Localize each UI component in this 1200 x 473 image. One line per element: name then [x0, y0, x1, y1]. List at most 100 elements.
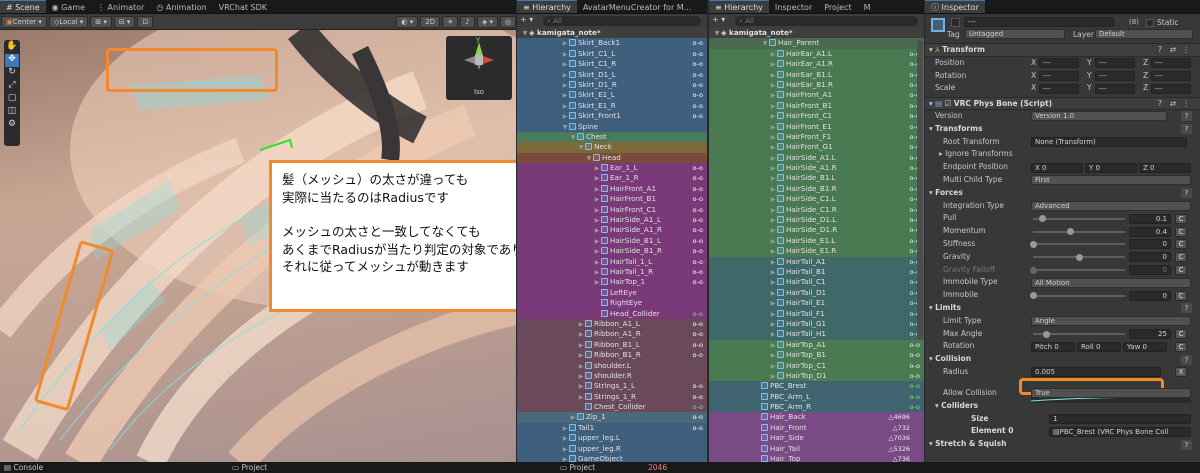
hierarchy-item[interactable]: ▶ HairTail_C1 o-o	[709, 277, 924, 288]
transforms-section[interactable]: ▾ Transforms?	[925, 123, 1200, 136]
hierarchy-item[interactable]: PBC_Arm_L o-o	[709, 391, 924, 403]
limits-help-button[interactable]: ?	[1181, 303, 1192, 314]
hierarchy-item[interactable]: ▶ HairTail_A1 o-o	[709, 256, 924, 267]
hierarchy-item[interactable]: ▶ Strings_1_L o-o	[517, 381, 707, 392]
hierarchy-item[interactable]: ▶ Skirt_C1_L o-o	[517, 48, 707, 60]
hierarchy-item[interactable]: ▶ GameObject	[517, 454, 707, 462]
hierarchy-item[interactable]: ▶ Skirt_D1_L o-o	[517, 69, 707, 80]
hierarchy-item[interactable]: ▶ HairSide_D1.L o-o	[709, 215, 924, 226]
force-curve-button[interactable]: C	[1175, 213, 1187, 224]
more-icon[interactable]: ⋮	[1183, 44, 1191, 57]
version-help-button[interactable]: ?	[1181, 111, 1192, 122]
hierarchy-item[interactable]: ▶ shoulder.R	[517, 370, 707, 382]
hierarchy-2-root[interactable]: ▼ ◈ kamigata_note*	[709, 28, 924, 39]
tab-project-2-bottom[interactable]: ▭ Project	[560, 462, 595, 473]
snap-increment-button[interactable]: ⊟ ▾	[113, 16, 136, 28]
forces-help-button[interactable]: ?	[1181, 188, 1192, 199]
rect-tool-icon[interactable]: ▢	[5, 93, 19, 106]
hierarchy-item[interactable]: ▼ Neck	[517, 142, 707, 153]
hierarchy-item[interactable]: ▶ HairSide_A1.L o-o	[709, 152, 924, 164]
hierarchy-item[interactable]: ▶ HairTail_E1 o-o	[709, 298, 924, 309]
hierarchy-item[interactable]: ▶ HairSide_B1.L o-o	[709, 173, 924, 184]
hierarchy-item[interactable]: RightEye	[517, 298, 707, 309]
forces-section[interactable]: ▾ Forces?	[925, 187, 1200, 200]
immobile-slider-knob[interactable]	[1030, 292, 1037, 300]
tab-inspector-2[interactable]: Inspector	[769, 1, 818, 13]
hierarchy-2-scrollbar[interactable]	[917, 40, 923, 340]
multichild-dropdown[interactable]: First	[1031, 175, 1191, 186]
hierarchy-item[interactable]: ▶ HairTop_A1 o-o	[709, 339, 924, 351]
force-slider-track[interactable]	[1033, 243, 1125, 246]
force-slider-knob[interactable]	[1030, 240, 1037, 248]
hierarchy-item[interactable]: ▶ shoulder.L	[517, 360, 707, 371]
force-slider-track[interactable]	[1033, 217, 1125, 220]
space-dropdown[interactable]: ◇Local ▾	[48, 16, 89, 28]
preset-icon[interactable]: ⇄	[1170, 44, 1176, 57]
hierarchy-item[interactable]: Chest_Collider o-o	[517, 402, 707, 413]
force-slider-knob[interactable]	[1076, 253, 1083, 261]
hierarchy-item[interactable]: ▶ HairSide_B1_R o-o	[517, 246, 707, 257]
force-curve-button[interactable]: C	[1175, 239, 1187, 250]
hierarchy-item[interactable]: ▶ HairSide_A1_L o-o	[517, 215, 707, 226]
force-slider-track[interactable]	[1033, 230, 1125, 233]
transform-value-field[interactable]: ---	[1151, 70, 1191, 81]
audio-toggle[interactable]: ♪	[460, 16, 475, 28]
hierarchy-item[interactable]: Hair_Front △732	[709, 422, 924, 434]
hierarchy-item[interactable]: ▶ HairSide_E1.L o-o	[709, 235, 924, 247]
hierarchy-item[interactable]: ▶ HairFront_G1 o-o	[709, 142, 924, 153]
hierarchy-item[interactable]: PBC_Arm_R o-o	[709, 402, 924, 413]
hierarchy-item[interactable]: ▶ Ear_1_R o-o	[517, 173, 707, 184]
transform-header[interactable]: ▾ ⅄ Transform ? ⇄ ⋮	[925, 44, 1200, 57]
collision-section[interactable]: ▾ Collision?	[925, 353, 1200, 366]
hierarchy-item[interactable]: ▶ HairTail_D1 o-o	[709, 287, 924, 299]
transform-value-field[interactable]: ---	[1039, 58, 1079, 69]
hierarchy-item[interactable]: ▶ HairFront_E1 o-o	[709, 121, 924, 132]
help-icon[interactable]: ?	[1158, 44, 1162, 57]
force-value-field[interactable]: 0	[1129, 239, 1171, 250]
hierarchy-item[interactable]: ▶ HairSide_C1.L o-o	[709, 194, 924, 205]
limits-section[interactable]: ▾ Limits?	[925, 302, 1200, 315]
layer-dropdown[interactable]: Default	[1095, 29, 1193, 39]
integration-dropdown[interactable]: Advanced	[1031, 200, 1191, 211]
immobile-slider-track[interactable]	[1033, 294, 1125, 297]
physbone-header[interactable]: ▾ ▤ ☑ VRC Phys Bone (Script) ? ⇄ ⋮	[925, 97, 1200, 110]
hierarchy-item[interactable]: ▶ HairEar_A1.L o-o	[709, 48, 924, 60]
effects-dropdown[interactable]: ◈ ▾	[476, 16, 498, 28]
force-curve-button[interactable]: C	[1175, 252, 1187, 263]
tab-project-2[interactable]: Project	[818, 1, 857, 13]
colliders-size-field[interactable]: 1	[1049, 413, 1191, 424]
transform-value-field[interactable]: ---	[1151, 83, 1191, 94]
rotate-tool-icon[interactable]: ↻	[5, 67, 19, 80]
hierarchy-item[interactable]: Hair_Top △736	[709, 454, 924, 462]
active-checkbox[interactable]	[951, 18, 960, 27]
hierarchy-item[interactable]: ▶ Strings_1_R o-o	[517, 391, 707, 403]
tab-animation[interactable]: ◷ Animation	[150, 1, 212, 13]
snap-settings-button[interactable]: ⊡	[137, 16, 154, 28]
collision-help-button[interactable]: ?	[1181, 354, 1192, 365]
allow-collision-dropdown[interactable]: True	[1031, 388, 1191, 399]
hierarchy-item[interactable]: ▶ HairSide_E1.R o-o	[709, 246, 924, 257]
draw-mode-button[interactable]: ◐ ▾	[396, 16, 419, 28]
hierarchy-item[interactable]: ▶ HairTop_B1 o-o	[709, 350, 924, 361]
add-button[interactable]: + ▾	[520, 15, 533, 24]
hierarchy-item[interactable]: ▼ Chest	[517, 131, 707, 143]
tab-hierarchy-1[interactable]: ≡ Hierarchy	[517, 0, 577, 13]
hierarchy-item[interactable]: ▶ HairTail_B1 o-o	[709, 266, 924, 278]
hierarchy-item[interactable]: PBC_Brest o-o	[709, 381, 924, 392]
hierarchy-item[interactable]: ▶ HairEar_B1.L o-o	[709, 69, 924, 80]
tab-scene[interactable]: # Scene	[0, 0, 46, 13]
force-value-field[interactable]: 0.4	[1129, 226, 1171, 237]
immobile-curve-button[interactable]: C	[1175, 290, 1187, 301]
hidden-toggle[interactable]: ◎	[500, 16, 516, 28]
transform-value-field[interactable]: ---	[1095, 83, 1135, 94]
colliders-row[interactable]: ▾ Colliders	[925, 400, 1200, 413]
yaw-field[interactable]: Yaw 0	[1123, 341, 1167, 352]
hierarchy-2-search[interactable]: ⌕ All	[735, 16, 918, 26]
force-slider-knob[interactable]	[1030, 266, 1037, 274]
limit-type-dropdown[interactable]: Angle	[1031, 316, 1191, 327]
hierarchy-item[interactable]: ▶ Zip_1 o-o	[517, 412, 707, 423]
transform-tool-icon[interactable]: ◫	[5, 106, 19, 119]
hierarchy-1-search[interactable]: ⌕ All	[543, 16, 701, 26]
hierarchy-item[interactable]: ▶ HairFront_C1 o-o	[517, 204, 707, 216]
ignore-transforms-row[interactable]: ▸ Ignore Transforms	[925, 148, 1200, 161]
